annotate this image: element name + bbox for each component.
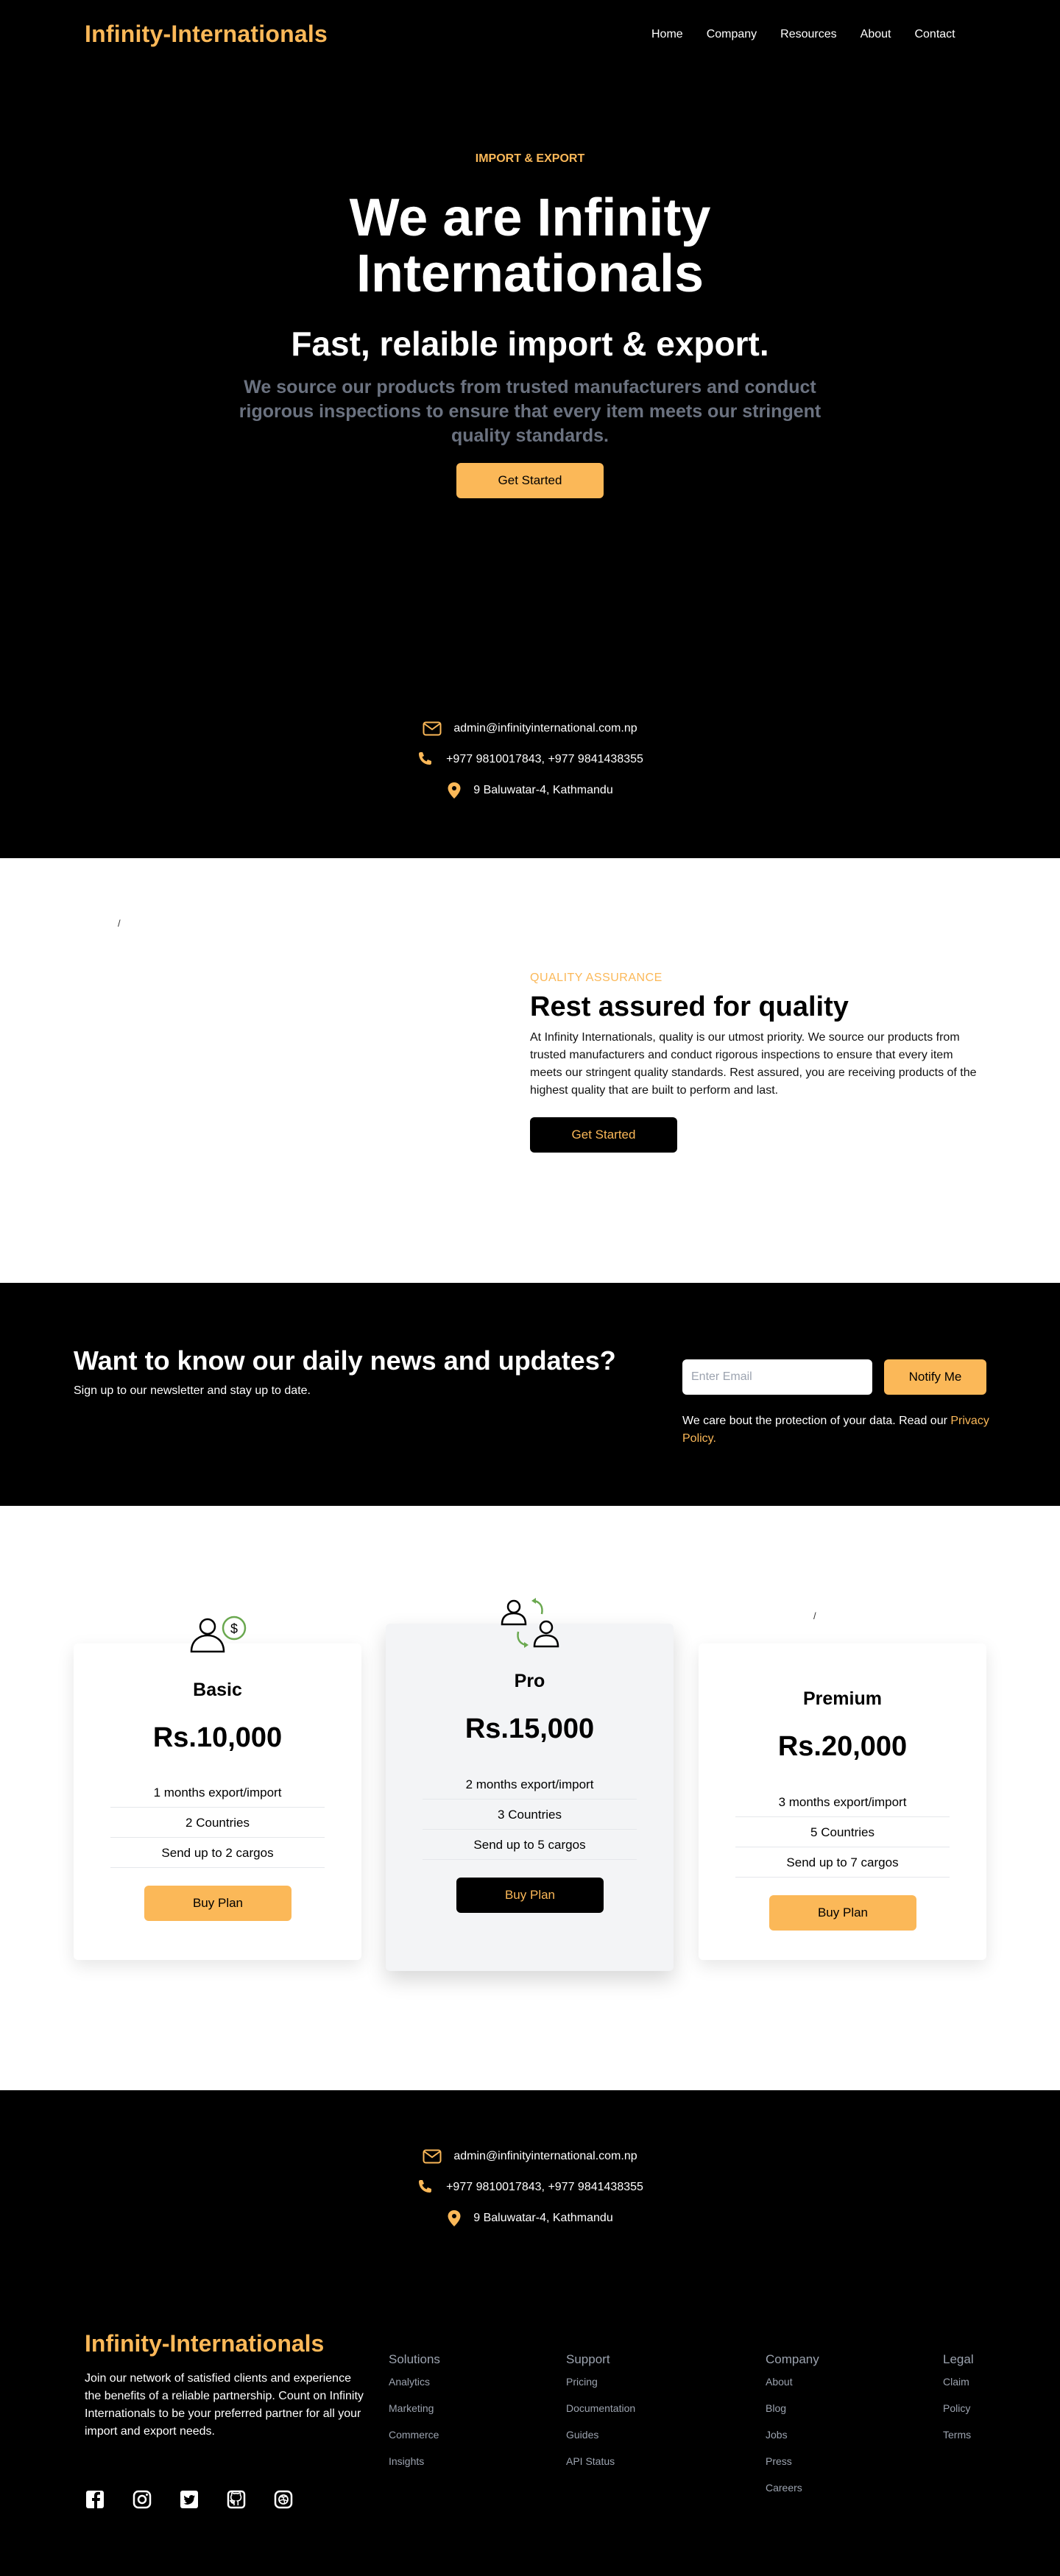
users-exchange-icon [501,1598,559,1648]
footer-contact-email-row: admin@infinityinternational.com.np [0,2148,1060,2165]
plan-name: Pro [514,1671,545,1691]
premium-plan-image: / [813,1610,816,1621]
nav-home[interactable]: Home [651,28,683,41]
plan-feature: 2 months export/import [423,1769,637,1800]
newsletter-note: We care bout the protection of your data… [682,1412,992,1448]
footer-link-press[interactable]: Press [766,2455,792,2467]
footer-link-pricing[interactable]: Pricing [566,2376,598,2388]
mail-icon [423,721,442,736]
footer-contact-address: 9 Baluwatar-4, Kathmandu [473,2212,613,2224]
footer-col-title: Company [766,2352,819,2366]
footer-link-blog[interactable]: Blog [766,2402,786,2414]
pricing-card-pro: Pro Rs.15,000 2 months export/import 3 C… [386,1624,674,1971]
footer-about-text: Join our network of satisfied clients an… [85,2372,364,2438]
pricing-card-premium: / Premium Rs.20,000 3 months export/impo… [699,1610,986,1960]
plan-feature: 3 months export/import [735,1787,950,1817]
plan-price: Rs.20,000 [777,1731,908,1762]
footer-link-policy[interactable]: Policy [943,2402,970,2414]
newsletter-email-input[interactable] [682,1359,872,1395]
contact-phone-row: +977 9810017843, +977 9841438355 [0,751,1060,768]
plan-feature: 5 Countries [735,1817,950,1847]
plan-name: Premium [803,1688,882,1709]
footer-col-support: Support Pricing Documentation Guides API… [566,2352,635,2467]
footer-link-guides[interactable]: Guides [566,2429,598,2441]
contact-email[interactable]: admin@infinityinternational.com.np [453,722,637,735]
instagram-icon[interactable] [132,2489,152,2510]
quality-text: At Infinity Internationals, quality is o… [530,1031,977,1097]
contact-email-row: admin@infinityinternational.com.np [0,720,1060,737]
plan-feature: Send up to 5 cargos [423,1830,637,1860]
footer-col-legal: Legal Claim Policy Terms [943,2352,974,2441]
footer-contact-phone-row: +977 9810017843, +977 9841438355 [0,2179,1060,2196]
pricing-card-basic: Basic Rs.10,000 1 months export/import 2… [74,1643,361,1960]
hero-eyebrow: IMPORT & EXPORT [475,152,585,165]
footer-contact-phone[interactable]: +977 9810017843, +977 9841438355 [446,2181,643,2194]
contact-address-row: 9 Baluwatar-4, Kathmandu [0,782,1060,799]
phone-icon [419,752,432,765]
location-pin-icon [448,2210,461,2226]
hero-subtitle: Fast, relaible import & export. [291,325,769,363]
plan-name: Basic [193,1680,242,1700]
footer-link-analytics[interactable]: Analytics [389,2376,430,2388]
footer-link-claim[interactable]: Claim [943,2376,969,2388]
nav-about[interactable]: About [861,28,891,41]
nav-resources[interactable]: Resources [780,28,836,41]
footer-link-insights[interactable]: Insights [389,2455,424,2467]
footer-col-solutions: Solutions Analytics Marketing Commerce I… [389,2352,440,2467]
plan-price: Rs.10,000 [152,1722,283,1753]
mail-icon [423,2149,442,2164]
nav-company[interactable]: Company [707,28,757,41]
footer-logo[interactable]: Infinity-Internationals [85,2330,324,2357]
pro-buy-plan-button[interactable]: Buy Plan [456,1878,604,1913]
footer-col-title: Solutions [389,2352,440,2366]
newsletter-note-text: We care bout the protection of your data… [682,1415,951,1427]
plan-feature: Send up to 7 cargos [735,1847,950,1878]
footer-col-company: Company About Blog Jobs Press Careers [766,2352,819,2494]
site-logo[interactable]: Infinity-Internationals [85,21,328,48]
footer-col-title: Legal [943,2352,974,2366]
quality-image: / [118,918,121,929]
hero-description: We source our products from trusted manu… [239,377,822,446]
footer-col-title: Support [566,2352,610,2366]
footer-contact-email[interactable]: admin@infinityinternational.com.np [453,2150,637,2163]
quality-eyebrow: QUALITY ASSURANCE [530,972,662,984]
github-icon[interactable] [226,2489,247,2510]
svg-text:$: $ [230,1621,238,1636]
footer-link-api-status[interactable]: API Status [566,2455,615,2467]
phone-icon [419,2180,432,2193]
notify-me-button[interactable]: Notify Me [884,1359,986,1395]
footer-link-terms[interactable]: Terms [943,2429,971,2441]
contact-phone[interactable]: +977 9810017843, +977 9841438355 [446,753,643,766]
location-pin-icon [448,782,461,799]
footer-link-careers[interactable]: Careers [766,2482,802,2494]
footer-link-commerce[interactable]: Commerce [389,2429,439,2441]
basic-buy-plan-button[interactable]: Buy Plan [144,1886,292,1921]
plan-feature: 2 Countries [110,1808,325,1838]
footer-link-marketing[interactable]: Marketing [389,2402,434,2414]
premium-buy-plan-button[interactable]: Buy Plan [769,1895,916,1931]
plan-price: Rs.15,000 [464,1713,595,1744]
facebook-icon[interactable] [85,2489,105,2510]
newsletter-subtitle: Sign up to our newsletter and stay up to… [74,1384,311,1397]
quality-get-started-button[interactable]: Get Started [530,1117,677,1153]
footer-link-documentation[interactable]: Documentation [566,2402,635,2414]
newsletter-title: Want to know our daily news and updates? [74,1345,616,1376]
main-nav: Home Company Resources About Contact [651,28,979,41]
quality-title: Rest assured for quality [530,991,849,1022]
footer-link-jobs[interactable]: Jobs [766,2429,788,2441]
hero-get-started-button[interactable]: Get Started [456,463,604,498]
twitter-icon[interactable] [179,2489,199,2510]
dribbble-icon[interactable] [273,2489,294,2510]
social-links [85,2489,294,2510]
footer-link-about[interactable]: About [766,2376,793,2388]
user-money-icon: $ [190,1616,247,1653]
plan-feature: 1 months export/import [110,1777,325,1808]
plan-feature: Send up to 2 cargos [110,1838,325,1868]
hero-title: We are Infinity Internationals [349,188,711,303]
nav-contact[interactable]: Contact [914,28,955,41]
footer-contact-address-row: 9 Baluwatar-4, Kathmandu [0,2209,1060,2227]
plan-feature: 3 Countries [423,1800,637,1830]
contact-address: 9 Baluwatar-4, Kathmandu [473,784,613,796]
